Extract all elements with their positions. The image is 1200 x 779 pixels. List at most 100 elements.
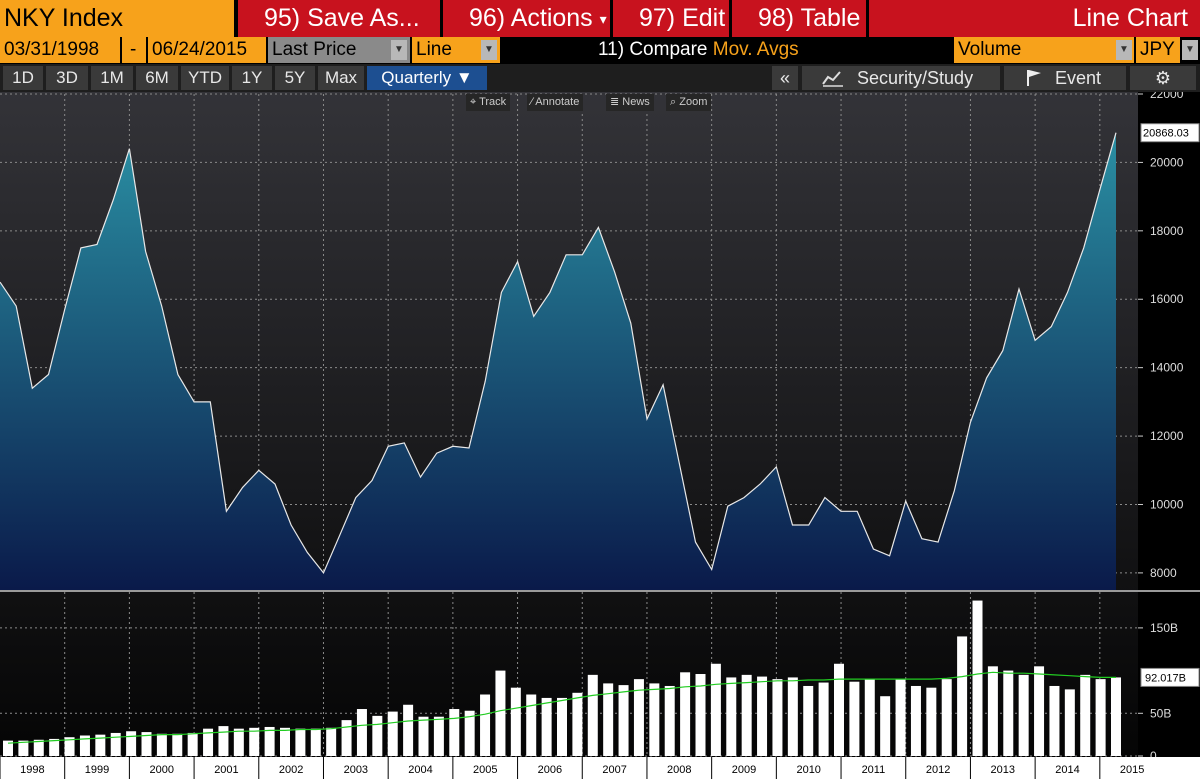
- x-tick-label: 2003: [344, 764, 368, 776]
- actions-label: 96) Actions: [469, 4, 593, 32]
- save-as-button[interactable]: 95) Save As...: [238, 0, 440, 37]
- volume-bar: [218, 726, 229, 756]
- dropdown-arrow-icon[interactable]: ▼: [1182, 40, 1198, 60]
- period-1y[interactable]: 1Y: [232, 66, 272, 90]
- volume-bar: [787, 677, 798, 756]
- volume-bar: [310, 728, 321, 756]
- actions-button[interactable]: 96) Actions ▾: [443, 0, 610, 37]
- y-tick-label: 10000: [1150, 497, 1184, 511]
- volume-bar: [49, 738, 60, 756]
- volume-bar: [449, 709, 460, 756]
- table-button[interactable]: 98) Table: [732, 0, 866, 37]
- volume-bar: [741, 674, 752, 756]
- axis-background: [1138, 92, 1200, 756]
- x-tick-label: 1999: [85, 764, 109, 776]
- volume-bar: [710, 663, 721, 756]
- news-tool[interactable]: ≣ News: [606, 94, 654, 111]
- volume-bar: [433, 716, 444, 756]
- period-ytd[interactable]: YTD: [181, 66, 229, 90]
- security-study-label: Security/Study: [857, 68, 974, 88]
- period-1d[interactable]: 1D: [3, 66, 43, 90]
- volume-bar: [834, 663, 844, 756]
- currency-select[interactable]: JPY: [1136, 37, 1180, 63]
- volume-bar: [126, 731, 137, 756]
- x-axis-band: [0, 757, 1200, 779]
- settings-button[interactable]: ⚙: [1130, 66, 1196, 90]
- volume-bar: [249, 727, 260, 756]
- volume-bar: [680, 672, 691, 756]
- period-max[interactable]: Max: [318, 66, 364, 90]
- volume-bar: [356, 709, 367, 756]
- period-1m[interactable]: 1M: [91, 66, 133, 90]
- volume-bar: [187, 732, 198, 756]
- volume-bar: [926, 687, 937, 756]
- annotate-label: Annotate: [535, 96, 580, 108]
- period-5y[interactable]: 5Y: [275, 66, 315, 90]
- x-tick-label: 2009: [732, 764, 756, 776]
- volume-bar: [557, 697, 567, 756]
- period-3d[interactable]: 3D: [46, 66, 88, 90]
- event-button[interactable]: Event: [1004, 66, 1126, 90]
- volume-bar: [849, 681, 860, 756]
- news-label: News: [622, 96, 650, 108]
- x-tick-label: 2006: [538, 764, 562, 776]
- x-tick-label: 2004: [408, 764, 432, 776]
- track-tool[interactable]: ⌖ Track: [466, 94, 511, 111]
- compare-button[interactable]: 11) Compare Mov. Avgs: [598, 37, 799, 63]
- volume-bar: [587, 674, 598, 756]
- security-ticker[interactable]: NKY Index: [0, 0, 234, 37]
- collapse-button[interactable]: «: [772, 66, 798, 90]
- track-label: Track: [479, 96, 507, 108]
- annotate-tool[interactable]: ∕ Annotate: [527, 94, 584, 111]
- x-tick-label: 2014: [1055, 764, 1079, 776]
- volume-bar: [526, 694, 537, 756]
- y-tick-label: 22000: [1150, 92, 1184, 101]
- y-tick-label: 50B: [1150, 706, 1171, 720]
- volume-bar: [495, 670, 506, 756]
- frequency-select[interactable]: Quarterly ▼: [367, 66, 487, 90]
- table-label: 98) Table: [758, 4, 861, 32]
- x-tick-label: 1998: [20, 764, 44, 776]
- volume-bar: [757, 676, 768, 756]
- compare-value: Mov. Avgs: [712, 39, 799, 60]
- volume-bar: [295, 728, 306, 756]
- volume-bar: [572, 692, 583, 756]
- dropdown-arrow-icon[interactable]: ▼: [1116, 40, 1132, 60]
- period-6m[interactable]: 6M: [136, 66, 178, 90]
- security-study-button[interactable]: Security/Study: [802, 66, 1000, 90]
- dropdown-arrow-icon[interactable]: ▼: [391, 40, 407, 60]
- panel-divider: [0, 590, 1200, 592]
- price-field-select[interactable]: Last Price: [268, 37, 410, 63]
- magnifier-icon: ⌕: [670, 96, 677, 108]
- chevron-down-icon: ▾: [599, 10, 607, 27]
- x-tick-label: 2013: [991, 764, 1015, 776]
- volume-bar: [403, 704, 414, 756]
- volume-bar: [618, 685, 629, 756]
- volume-bar: [649, 683, 660, 756]
- x-tick-label: 2007: [602, 764, 626, 776]
- flag-icon: [1027, 70, 1041, 86]
- volume-bar: [772, 679, 783, 756]
- x-tick-label: 2008: [667, 764, 691, 776]
- y-tick-label: 150B: [1150, 621, 1178, 635]
- lower-panel-field[interactable]: Volume: [954, 37, 1134, 63]
- edit-button[interactable]: 97) Edit ▾: [613, 0, 729, 64]
- y-tick-label: 12000: [1150, 429, 1184, 443]
- end-date-field[interactable]: 06/24/2015: [148, 37, 266, 63]
- volume-bar: [941, 679, 952, 756]
- volume-bar: [864, 679, 875, 756]
- price-volume-chart[interactable]: 8000 10000 12000 14000 16000 18000 20000 22000 2…: [0, 92, 1200, 779]
- volume-bar: [264, 726, 275, 756]
- save-as-label: 95) Save As...: [264, 4, 420, 32]
- start-date-field[interactable]: 03/31/1998: [0, 37, 120, 63]
- volume-bar: [1111, 677, 1121, 756]
- date-separator: -: [122, 37, 146, 63]
- chart-type-label: Line Chart: [1072, 4, 1188, 32]
- volume-bar: [880, 696, 891, 756]
- dropdown-arrow-icon[interactable]: ▼: [481, 40, 497, 60]
- zoom-tool[interactable]: ⌕ Zoom: [666, 94, 712, 111]
- volume-bar: [280, 727, 290, 756]
- volume-bar: [233, 728, 244, 756]
- volume-bar: [326, 727, 337, 756]
- x-tick-label: 2012: [926, 764, 950, 776]
